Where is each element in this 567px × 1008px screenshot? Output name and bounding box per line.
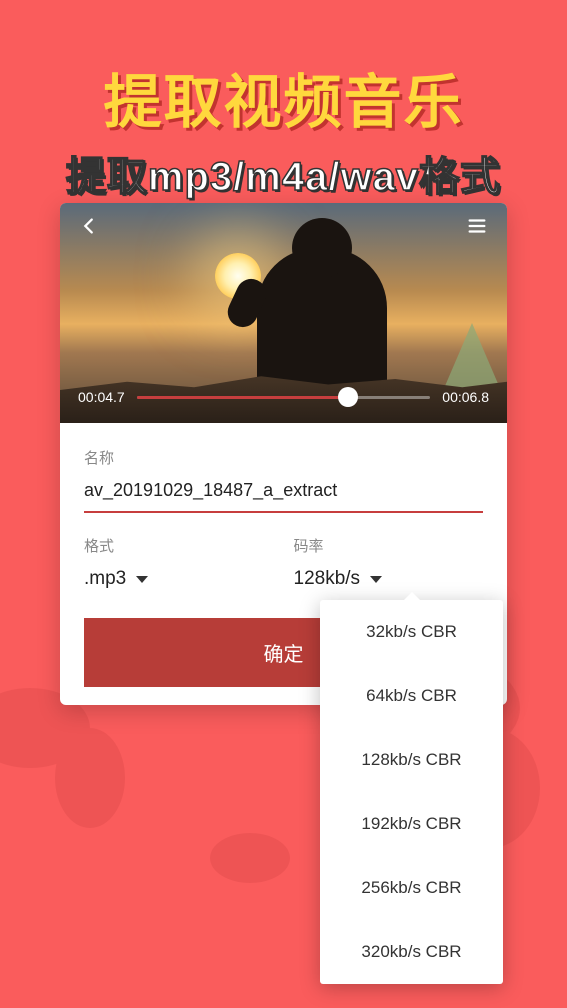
- progress-thumb[interactable]: [338, 387, 358, 407]
- current-time: 00:04.7: [78, 389, 125, 405]
- video-preview[interactable]: 00:04.7 00:06.8: [60, 203, 507, 423]
- name-label: 名称: [84, 447, 483, 468]
- bitrate-option[interactable]: 192kb/s CBR: [320, 792, 503, 856]
- menu-icon[interactable]: [465, 215, 489, 242]
- bitrate-value: 128kb/s: [294, 568, 361, 590]
- bitrate-select[interactable]: 128kb/s: [294, 562, 484, 596]
- progress-track[interactable]: [137, 396, 431, 399]
- format-select[interactable]: .mp3: [84, 562, 274, 596]
- headline-text: 提取视频音乐: [0, 0, 567, 139]
- back-icon[interactable]: [78, 215, 100, 242]
- video-progress-bar[interactable]: 00:04.7 00:06.8: [78, 389, 489, 405]
- bitrate-option[interactable]: 32kb/s CBR: [320, 600, 503, 664]
- format-value: .mp3: [84, 568, 126, 590]
- name-input[interactable]: av_20191029_18487_a_extract: [84, 474, 483, 513]
- bitrate-option[interactable]: 320kb/s CBR: [320, 920, 503, 984]
- progress-fill: [137, 396, 348, 399]
- bitrate-label: 码率: [294, 535, 484, 556]
- bitrate-dropdown: 32kb/s CBR 64kb/s CBR 128kb/s CBR 192kb/…: [320, 600, 503, 984]
- bitrate-option[interactable]: 256kb/s CBR: [320, 856, 503, 920]
- format-label: 格式: [84, 535, 274, 556]
- chevron-down-icon: [370, 576, 382, 583]
- subhead-text: 提取mp3/m4a/wav格式: [0, 139, 567, 202]
- total-time: 00:06.8: [442, 389, 489, 405]
- person-silhouette: [257, 248, 387, 398]
- bitrate-option[interactable]: 128kb/s CBR: [320, 728, 503, 792]
- bitrate-option[interactable]: 64kb/s CBR: [320, 664, 503, 728]
- chevron-down-icon: [136, 576, 148, 583]
- tent-graphic: [442, 323, 502, 393]
